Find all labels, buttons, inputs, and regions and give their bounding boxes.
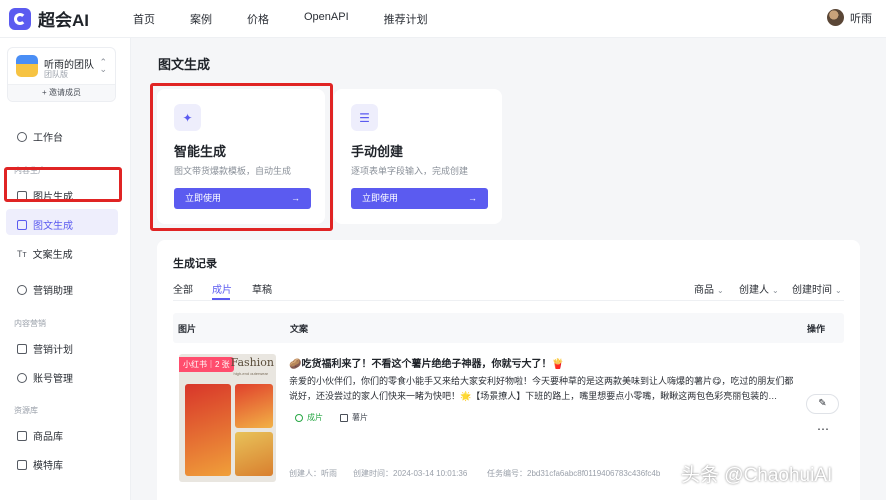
product-badge: 薯片 [340, 412, 368, 423]
sidebar-item-label: 工作台 [33, 133, 63, 144]
watermark: 头条 @ChaohuiAI [681, 465, 833, 486]
edit-button[interactable]: ✎ [806, 394, 839, 414]
filter-label: 商品 [694, 285, 714, 296]
product-image [185, 384, 231, 476]
chevron-down-icon: ⌄ [835, 286, 842, 295]
product-image [235, 384, 273, 428]
table-header: 图片 文案 操作 [173, 313, 844, 343]
divider [173, 300, 844, 301]
status-label: 成片 [307, 413, 323, 422]
model-icon [17, 459, 27, 470]
sidebar-item-product-library[interactable]: 商品库 [17, 428, 63, 443]
tab-finished[interactable]: 成片 [212, 281, 232, 296]
nav-openapi[interactable]: OpenAPI [304, 11, 349, 27]
sidebar-item-label: 文案生成 [32, 250, 73, 261]
tab-drafts[interactable]: 草稿 [252, 281, 272, 296]
card-title: 手动创建 [351, 144, 404, 159]
sidebar-item-model-library[interactable]: 模特库 [17, 457, 63, 472]
nav-cases[interactable]: 案例 [190, 11, 212, 27]
sidebar-item-label: 图文生成 [33, 221, 73, 232]
sidebar-item-label: 模特库 [33, 461, 63, 472]
filter-created-time[interactable]: 创建时间 ⌄ [792, 281, 842, 296]
sidebar-group-assets: 资源库 [14, 406, 38, 415]
filter-label: 创建时间 [792, 285, 832, 296]
record-body: 亲爱的小伙伴们，你们的零食小能手又来给大家安利好物啦！今天要种草的是这两款美味到… [289, 376, 794, 401]
logo[interactable]: 超会AI [9, 6, 89, 31]
button-label: 立即使用 [362, 193, 399, 203]
page-title: 图文生成 [158, 57, 211, 72]
filter-label: 创建人 [739, 285, 769, 296]
sidebar-item-marketing-plan[interactable]: 营销计划 [17, 341, 73, 356]
book-icon [17, 430, 27, 441]
image-text-icon [17, 219, 27, 230]
document-icon [340, 413, 348, 422]
calendar-check-icon [17, 343, 27, 354]
filter-product[interactable]: 商品 ⌄ [694, 281, 724, 296]
column-header-action: 操作 [807, 324, 826, 334]
more-icon: ⋯ [817, 422, 830, 436]
chevron-updown-icon: ⌃ ⌄ [99, 57, 107, 74]
image-caption: Fashion [230, 356, 274, 369]
highlight-annotation-sidebar [4, 167, 122, 202]
nav-pricing[interactable]: 价格 [247, 11, 269, 27]
check-circle-icon [295, 413, 303, 422]
record-task-id: 任务编号：2bd31cfa6abc8f0119406783c436fc4b [487, 469, 661, 478]
logo-icon [9, 7, 31, 30]
sidebar-item-label: 账号管理 [33, 374, 73, 385]
nav-home[interactable]: 首页 [133, 11, 155, 27]
user-name: 听雨 [850, 12, 872, 25]
column-header-image: 图片 [178, 324, 197, 334]
team-avatar [16, 55, 38, 77]
record-created-time: 创建时间：2024-03-14 10:01:36 [353, 469, 468, 478]
text-icon: Tт [17, 248, 27, 259]
chevron-down-icon: ⌄ [772, 286, 779, 295]
brand-name: 超会AI [38, 11, 89, 30]
record-title: 🥔吃货福利来了！不看这个薯片绝绝子神器，你就亏大了！🍟 [289, 359, 564, 370]
more-options-button[interactable]: ⋯ [817, 422, 830, 436]
top-bar: 超会AI 首页 案例 价格 OpenAPI 推荐计划 听雨 [0, 0, 886, 38]
nav-referral[interactable]: 推荐计划 [384, 11, 428, 27]
share-nodes-icon [17, 372, 27, 383]
sidebar-group-content-marketing: 内容营销 [14, 319, 46, 328]
sidebar-item-account-management[interactable]: 账号管理 [17, 370, 73, 385]
avatar [827, 9, 844, 26]
user-menu[interactable]: 听雨 [827, 9, 872, 26]
sidebar-item-image-text-gen[interactable]: 图文生成 [17, 217, 73, 232]
tab-all[interactable]: 全部 [173, 281, 193, 296]
team-switcher[interactable]: 听雨的团队 团队版 ⌃ ⌄ + 邀请成员 [7, 47, 116, 102]
sidebar-item-workbench[interactable]: 工作台 [17, 129, 63, 144]
sidebar-item-label: 营销计划 [33, 345, 73, 356]
sidebar-item-marketing-assistant[interactable]: 营销助理 [17, 282, 73, 297]
team-plan: 团队版 [44, 70, 68, 79]
form-list-icon: ☰ [351, 104, 378, 131]
product-label: 薯片 [352, 413, 368, 422]
product-image [235, 432, 273, 476]
chevron-down-icon: ⌄ [717, 286, 724, 295]
main-nav: 首页 案例 价格 OpenAPI 推荐计划 [133, 11, 463, 27]
manual-create-card[interactable]: ☰ 手动创建 逐项表单字段输入，完成创建 立即使用 → [334, 89, 502, 224]
platform-tag: 小红书｜2 张 [179, 357, 234, 372]
manual-create-use-button[interactable]: 立即使用 → [351, 188, 488, 209]
sidebar-item-copy-gen[interactable]: Tт 文案生成 [17, 246, 73, 262]
records-title: 生成记录 [173, 258, 217, 270]
column-header-copy: 文案 [290, 324, 309, 334]
record-creator: 创建人：听雨 [289, 469, 337, 478]
filter-creator[interactable]: 创建人 ⌄ [739, 281, 779, 296]
dashboard-icon [17, 131, 27, 142]
sidebar: 听雨的团队 团队版 ⌃ ⌄ + 邀请成员 工作台 内容生产 图片生成 图文生成 T… [0, 38, 131, 500]
arrow-right-icon: → [468, 193, 477, 203]
chat-icon [17, 284, 27, 295]
pencil-icon: ✎ [818, 398, 827, 409]
invite-member-button[interactable]: + 邀请成员 [8, 84, 115, 101]
card-description: 逐项表单字段输入，完成创建 [351, 166, 469, 176]
record-thumbnail[interactable]: 小红书｜2 张 Fashion high-end outerwear [179, 354, 276, 482]
image-subcaption: high-end outerwear [233, 371, 268, 376]
status-badge: 成片 [295, 412, 323, 423]
sidebar-item-label: 商品库 [33, 432, 63, 443]
sidebar-item-label: 营销助理 [33, 286, 73, 297]
highlight-annotation-card [150, 83, 333, 231]
